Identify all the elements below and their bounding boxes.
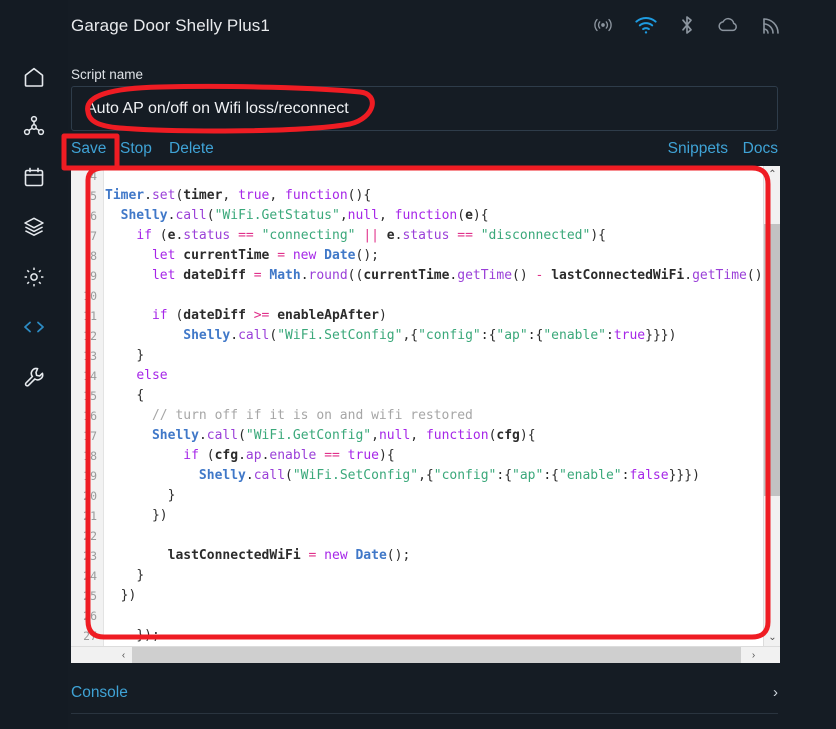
line-number: 5	[90, 189, 97, 203]
line-number: 24	[83, 569, 97, 583]
gear-icon	[22, 265, 46, 289]
code-content[interactable]: Timer.set(timer, true, function(){ Shell…	[105, 166, 780, 646]
script-name-label: Script name	[71, 67, 144, 82]
vertical-scroll-thumb[interactable]	[764, 224, 780, 496]
save-button[interactable]: Save	[71, 140, 106, 158]
sidebar-item-schedules[interactable]	[11, 154, 57, 200]
code-line: }	[136, 348, 145, 363]
line-number: 4	[90, 169, 97, 183]
line-number: 12	[83, 329, 97, 343]
code-line: if (dateDiff >= enableApAfter)	[151, 308, 387, 323]
sidebar-item-tools[interactable]	[11, 354, 57, 400]
line-number: 6	[90, 209, 97, 223]
scroll-down-arrow-icon[interactable]: ⌄	[764, 629, 780, 646]
line-number: 23	[83, 549, 97, 563]
code-line: })	[120, 588, 137, 603]
code-line: let currentTime = new Date();	[151, 248, 379, 263]
line-number: 22	[83, 529, 97, 543]
code-line: Shelly.call("WiFi.SetConfig",{"config":{…	[183, 328, 677, 343]
code-line: lastConnectedWiFi = new Date();	[167, 548, 411, 563]
code-line: });	[136, 628, 160, 643]
bluetooth-icon[interactable]	[678, 14, 696, 41]
code-line: }	[136, 568, 145, 583]
scroll-right-arrow-icon[interactable]: ›	[745, 647, 762, 663]
sidebar-item-settings[interactable]	[11, 254, 57, 300]
code-line: // turn off if it is on and wifi restore…	[105, 408, 473, 423]
code-line: Shelly.call("WiFi.SetConfig",{"config":{…	[198, 468, 700, 483]
rf-antenna-icon[interactable]	[592, 15, 614, 40]
stop-button[interactable]: Stop	[120, 140, 152, 158]
home-icon	[22, 65, 46, 89]
line-number: 10	[83, 289, 97, 303]
code-brackets-icon	[21, 315, 47, 339]
sidebar-item-home[interactable]	[11, 54, 57, 100]
editor-vertical-scrollbar[interactable]: ⌃ ⌄	[763, 166, 780, 646]
line-number: 11	[83, 309, 97, 323]
code-line: }	[167, 488, 176, 503]
console-section-toggle[interactable]: Console ›	[71, 672, 778, 714]
line-number: 27	[83, 629, 97, 643]
line-number: 8	[90, 249, 97, 263]
scroll-up-arrow-icon[interactable]: ⌃	[764, 166, 780, 183]
sidebar-item-scripts[interactable]	[11, 304, 57, 350]
chevron-right-icon: ›	[773, 684, 778, 701]
code-line: Timer.set(timer, true, function(){	[105, 188, 372, 203]
code-line: Shelly.call("WiFi.GetConfig",null, funct…	[151, 428, 536, 443]
code-line: {	[136, 388, 145, 403]
code-line: else	[136, 368, 168, 383]
docs-link[interactable]: Docs	[743, 140, 778, 158]
code-editor[interactable]: }) 4 5 6 7 8 9 10 11 12 13 14 15 16 17 18 19 20 21 22 23 24 2…	[71, 166, 780, 663]
sidebar	[0, 0, 68, 729]
calendar-icon	[22, 165, 46, 189]
page-header: Garage Door Shelly Plus1	[68, 0, 836, 54]
line-number: 20	[83, 489, 97, 503]
sidebar-item-actions[interactable]	[11, 104, 57, 150]
code-line: Shelly.call("WiFi.GetStatus",null, funct…	[120, 208, 489, 223]
editor-horizontal-scrollbar[interactable]: ‹ ›	[71, 646, 780, 663]
device-title: Garage Door Shelly Plus1	[71, 16, 270, 35]
line-number: 7	[90, 229, 97, 243]
line-number: 25	[83, 589, 97, 603]
line-number: 17	[83, 429, 97, 443]
code-line: if (e.status == "connecting" || e.status…	[136, 228, 606, 243]
line-number: 19	[83, 469, 97, 483]
script-name-input[interactable]	[71, 86, 778, 131]
code-line: let dateDiff = Math.round((currentTime.g…	[151, 268, 778, 283]
delete-button[interactable]: Delete	[169, 140, 214, 158]
scroll-left-arrow-icon[interactable]: ‹	[115, 647, 132, 663]
line-number: 21	[83, 509, 97, 523]
wrench-icon	[22, 365, 46, 389]
horizontal-scroll-thumb[interactable]	[132, 647, 741, 663]
script-action-bar: Save Stop Delete Snippets Docs	[71, 140, 778, 162]
sidebar-item-groups[interactable]	[11, 204, 57, 250]
line-number: 26	[83, 609, 97, 623]
line-number: 15	[83, 389, 97, 403]
line-number: 14	[83, 369, 97, 383]
line-number: 9	[90, 269, 97, 283]
line-number: 13	[83, 349, 97, 363]
line-number: 18	[83, 449, 97, 463]
line-number-gutter: 4 5 6 7 8 9 10 11 12 13 14 15 16 17 18 19 20 21 22 23 24 25 26…	[71, 166, 104, 646]
actions-trefoil-icon	[22, 115, 46, 139]
snippets-link[interactable]: Snippets	[668, 140, 728, 158]
status-icon-group	[592, 14, 782, 41]
shelly-script-editor-page: Garage Door Shelly Plus1 Script name Aut…	[0, 0, 836, 729]
cloud-icon[interactable]	[716, 15, 740, 40]
wifi-icon[interactable]	[634, 15, 658, 40]
layers-icon	[22, 215, 46, 239]
code-line: })	[151, 508, 168, 523]
mqtt-signal-icon[interactable]	[760, 15, 782, 41]
console-label: Console	[71, 683, 128, 701]
code-line: if (cfg.ap.enable == true){	[183, 448, 395, 463]
line-number: 16	[83, 409, 97, 423]
